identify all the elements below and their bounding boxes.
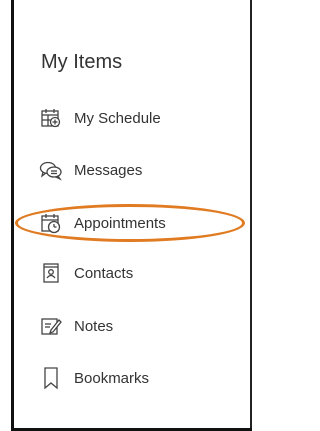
note-edit-icon bbox=[38, 313, 64, 339]
calendar-add-icon bbox=[38, 105, 64, 131]
sidebar-item-label: My Schedule bbox=[74, 109, 161, 127]
chat-bubbles-icon bbox=[38, 157, 64, 183]
panel-right-border bbox=[250, 0, 252, 431]
sidebar-item-label: Appointments bbox=[74, 214, 166, 232]
sidebar-title: My Items bbox=[41, 51, 123, 73]
sidebar-item-appointments[interactable]: Appointments bbox=[38, 206, 238, 240]
sidebar-item-bookmarks[interactable]: Bookmarks bbox=[38, 361, 238, 395]
calendar-clock-icon bbox=[38, 210, 64, 236]
sidebar-item-label: Contacts bbox=[74, 264, 134, 282]
sidebar-item-notes[interactable]: Notes bbox=[38, 309, 238, 343]
sidebar-item-my-schedule[interactable]: My Schedule bbox=[38, 101, 238, 135]
sidebar-item-contacts[interactable]: Contacts bbox=[38, 256, 238, 290]
sidebar-item-label: Bookmarks bbox=[74, 369, 150, 387]
my-items-panel: My Items My Schedule Messages Appointmen… bbox=[0, 0, 264, 431]
sidebar-item-label: Notes bbox=[74, 317, 114, 335]
contact-card-icon bbox=[38, 260, 64, 286]
panel-left-border bbox=[11, 0, 14, 431]
sidebar-item-messages[interactable]: Messages bbox=[38, 153, 238, 187]
bookmark-icon bbox=[38, 365, 64, 391]
sidebar-item-label: Messages bbox=[74, 161, 143, 179]
